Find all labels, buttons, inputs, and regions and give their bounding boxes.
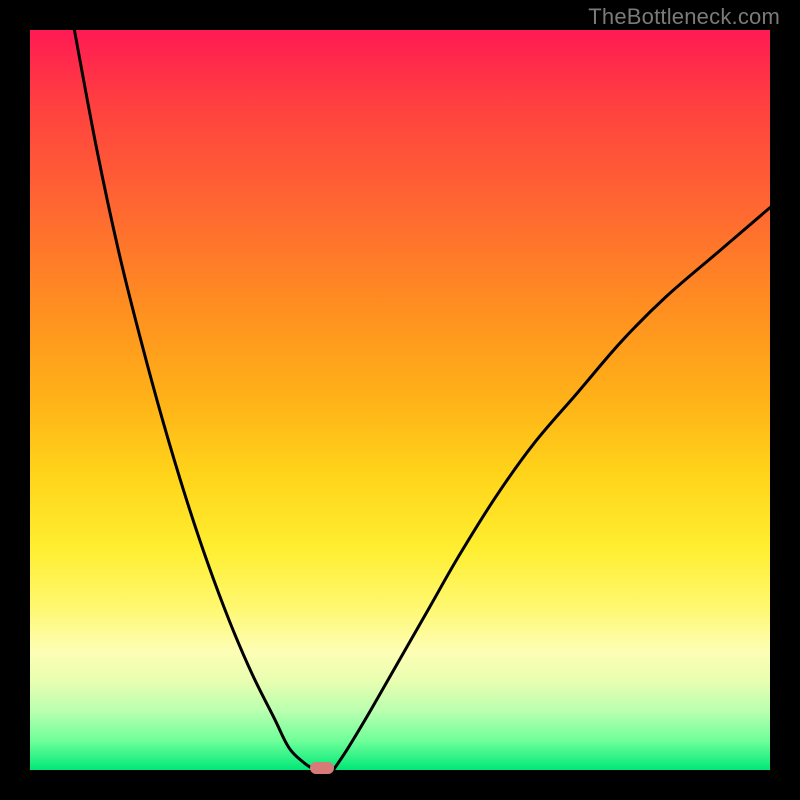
bottleneck-curve: [30, 30, 770, 770]
plot-area: [30, 30, 770, 770]
curve-right-branch: [333, 208, 770, 770]
minimum-marker: [310, 762, 334, 774]
watermark-text: TheBottleneck.com: [588, 4, 780, 30]
chart-frame: TheBottleneck.com: [0, 0, 800, 800]
curve-left-branch: [74, 30, 315, 770]
